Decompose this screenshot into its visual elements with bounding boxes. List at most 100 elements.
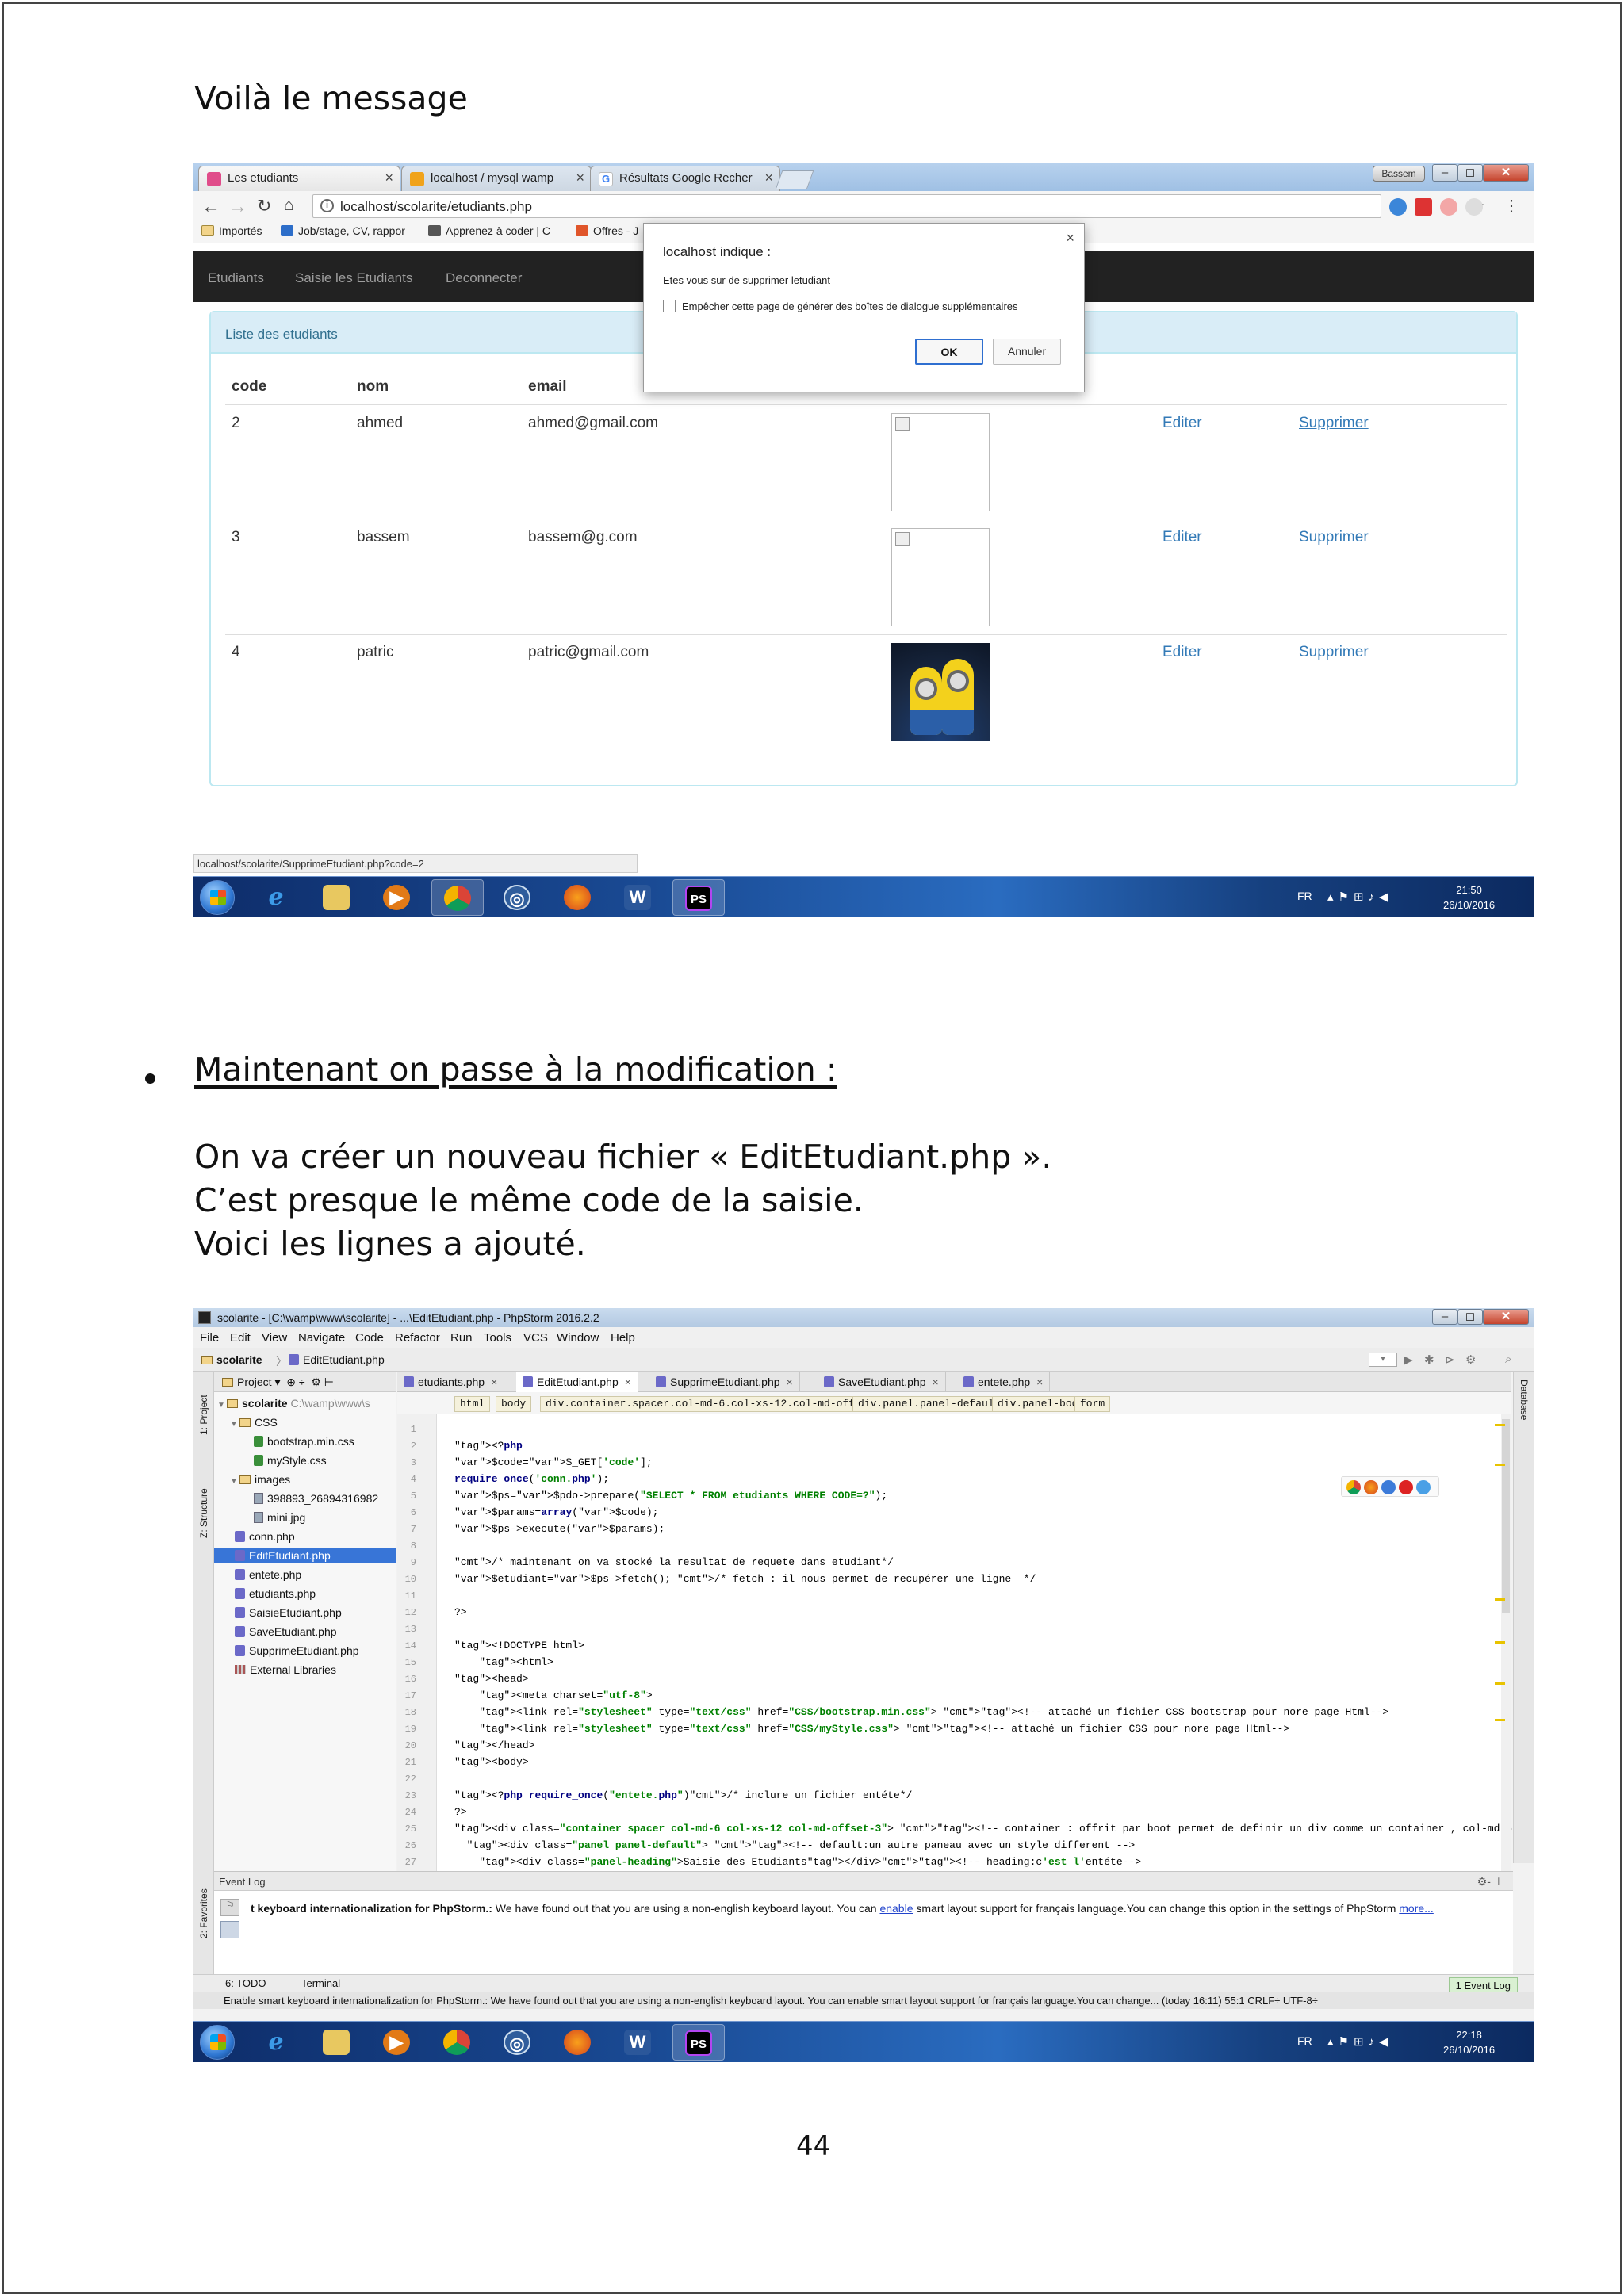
event-icon[interactable]: ⚐ [220, 1899, 239, 1916]
warning-marker[interactable] [1495, 1719, 1505, 1721]
nav-deconnecter[interactable]: Deconnecter [446, 270, 522, 286]
taskbar-media[interactable]: ▶ [371, 879, 423, 916]
settings-icon[interactable]: ⚙- ⊥ [1477, 1875, 1503, 1888]
tool-structure[interactable]: Z: Structure [198, 1488, 209, 1538]
bookmark-item[interactable]: Importés [201, 224, 262, 237]
menu-window[interactable]: Window [557, 1331, 599, 1345]
tree-file[interactable]: 398893_26894316982 [254, 1492, 378, 1505]
tree-file[interactable]: mini.jpg [254, 1511, 305, 1524]
code-line[interactable]: "var">$code="var">$_GET['code']; [454, 1456, 653, 1468]
debug-icon[interactable]: ✱ [1424, 1353, 1434, 1367]
settings-icon[interactable]: ⚙ [1465, 1353, 1476, 1367]
edit-link[interactable]: Editer [1162, 415, 1202, 432]
enable-link[interactable]: enable [879, 1902, 913, 1915]
menu-view[interactable]: View [262, 1331, 287, 1345]
address-bar[interactable]: i localhost/scolarite/etudiants.php ☆ [312, 194, 1485, 218]
cancel-button[interactable]: Annuler [993, 339, 1061, 365]
warning-marker[interactable] [1495, 1464, 1505, 1466]
start-button[interactable] [200, 2025, 235, 2060]
code-line[interactable]: "tag"><head> [454, 1673, 529, 1685]
tab-google[interactable]: G Résultats Google Recher × [590, 166, 780, 191]
run-icon[interactable]: ▶ [1404, 1353, 1413, 1367]
back-icon[interactable]: ← [201, 196, 220, 218]
code-line[interactable]: "tag"><div class="panel-heading">Saisie … [454, 1856, 1141, 1868]
menu-code[interactable]: Code [355, 1331, 384, 1345]
menu-edit[interactable]: Edit [230, 1331, 251, 1345]
warning-marker[interactable] [1495, 1641, 1505, 1644]
nav-saisie[interactable]: Saisie les Etudiants [295, 270, 412, 286]
taskbar-app[interactable]: ◎ [492, 879, 544, 916]
maximize-button[interactable]: ◻ [1457, 164, 1483, 182]
new-tab-button[interactable] [775, 170, 814, 189]
close-icon[interactable]: × [1036, 1376, 1043, 1388]
opera-icon[interactable] [1399, 1480, 1413, 1494]
tree-file[interactable]: myStyle.css [254, 1454, 327, 1467]
close-window-button[interactable]: ✕ [1483, 1309, 1529, 1325]
language-indicator[interactable]: FR [1297, 2034, 1312, 2047]
forward-icon[interactable]: → [228, 196, 247, 218]
code-line[interactable]: "tag"><!DOCTYPE html> [454, 1640, 584, 1651]
home-icon[interactable]: ⌂ [284, 196, 294, 215]
tree-file[interactable]: entete.php [235, 1568, 301, 1581]
taskbar-chrome[interactable] [431, 879, 484, 916]
tree-file-selected[interactable]: EditEtudiant.php [214, 1548, 396, 1563]
run-config-dropdown[interactable]: ▾ [1369, 1353, 1397, 1367]
tag-crumb[interactable]: form [1074, 1396, 1111, 1412]
tree-file[interactable]: SaisieEtudiant.php [235, 1606, 342, 1619]
taskbar-chrome[interactable] [431, 2024, 484, 2061]
taskbar-explorer[interactable] [311, 879, 363, 916]
code-line[interactable]: "tag"><link rel="stylesheet" type="text/… [454, 1723, 1289, 1735]
system-tray-icons[interactable]: ▴⚑⊞♪◀ [1327, 890, 1393, 904]
safari-icon[interactable] [1381, 1480, 1396, 1494]
chrome-icon[interactable] [1346, 1480, 1361, 1494]
code-line[interactable]: "var">$params=array("var">$code); [454, 1506, 659, 1518]
tree-file[interactable]: SupprimeEtudiant.php [235, 1644, 359, 1657]
clock[interactable]: 22:18 26/10/2016 [1443, 2027, 1495, 2057]
reload-icon[interactable]: ↻ [257, 196, 271, 216]
menu-refactor[interactable]: Refactor [395, 1331, 440, 1345]
firefox-icon[interactable] [1364, 1480, 1378, 1494]
info-icon[interactable]: i [320, 199, 334, 212]
code-line[interactable]: "tag"><?php require_once("entete.php")"c… [454, 1789, 912, 1801]
editor-tab-active[interactable]: EditEtudiant.php × [516, 1372, 638, 1392]
code-line[interactable]: "tag"><body> [454, 1756, 529, 1768]
close-icon[interactable]: × [1066, 230, 1074, 247]
bookmark-item[interactable]: Offres - J [576, 224, 638, 237]
code-line[interactable]: "tag"><link rel="stylesheet" type="text/… [454, 1706, 1388, 1718]
delete-link[interactable]: Supprimer [1299, 529, 1369, 546]
tree-folder[interactable]: ▼ images [230, 1473, 290, 1486]
taskbar-app[interactable]: ◎ [492, 2024, 544, 2061]
tag-crumb[interactable]: div.container.spacer.col-md-6.col-xs-12.… [540, 1396, 892, 1412]
clock[interactable]: 21:50 26/10/2016 [1443, 882, 1495, 913]
code-line[interactable]: "cmt">/* maintenant on va stocké la resu… [454, 1556, 894, 1568]
language-indicator[interactable]: FR [1297, 890, 1312, 902]
code-line[interactable]: "tag"><html> [454, 1656, 553, 1668]
tool-database[interactable]: Database [1519, 1380, 1530, 1420]
menu-tools[interactable]: Tools [484, 1331, 511, 1345]
tree-root[interactable]: ▼ scolarite C:\wamp\www\s [217, 1397, 370, 1410]
extension-icon[interactable] [1440, 198, 1457, 216]
tab-les-etudiants[interactable]: Les etudiants × [198, 166, 400, 191]
event-icon[interactable] [220, 1921, 239, 1938]
close-icon[interactable]: × [764, 170, 773, 186]
tree-external[interactable]: External Libraries [235, 1663, 336, 1676]
extension-icon[interactable] [1389, 198, 1407, 216]
code-line[interactable]: ?> [454, 1606, 467, 1618]
tag-crumb[interactable]: div.panel.panel-default [852, 1396, 1006, 1412]
suppress-dialogs-checkbox[interactable] [663, 300, 676, 312]
taskbar-media[interactable]: ▶ [371, 2024, 423, 2061]
tree-file[interactable]: SaveEtudiant.php [235, 1625, 337, 1638]
code-line[interactable]: require_once('conn.php'); [454, 1473, 609, 1485]
ie-icon[interactable] [1416, 1480, 1431, 1494]
tree-file[interactable]: bootstrap.min.css [254, 1435, 354, 1448]
bookmark-item[interactable]: Job/stage, CV, rappor [281, 224, 405, 237]
warning-marker[interactable] [1495, 1682, 1505, 1685]
tag-crumb[interactable]: html [454, 1396, 491, 1412]
coverage-icon[interactable]: ⊳ [1445, 1353, 1455, 1367]
code-line[interactable]: "tag"><div class="panel panel-default"> … [454, 1839, 1136, 1851]
taskbar-word[interactable]: W [612, 879, 665, 916]
close-icon[interactable]: × [625, 1376, 631, 1388]
code-line[interactable]: ?> [454, 1806, 467, 1818]
close-icon[interactable]: × [576, 170, 584, 186]
code-line[interactable]: "var">$ps="var">$pdo->prepare("SELECT * … [454, 1490, 887, 1502]
